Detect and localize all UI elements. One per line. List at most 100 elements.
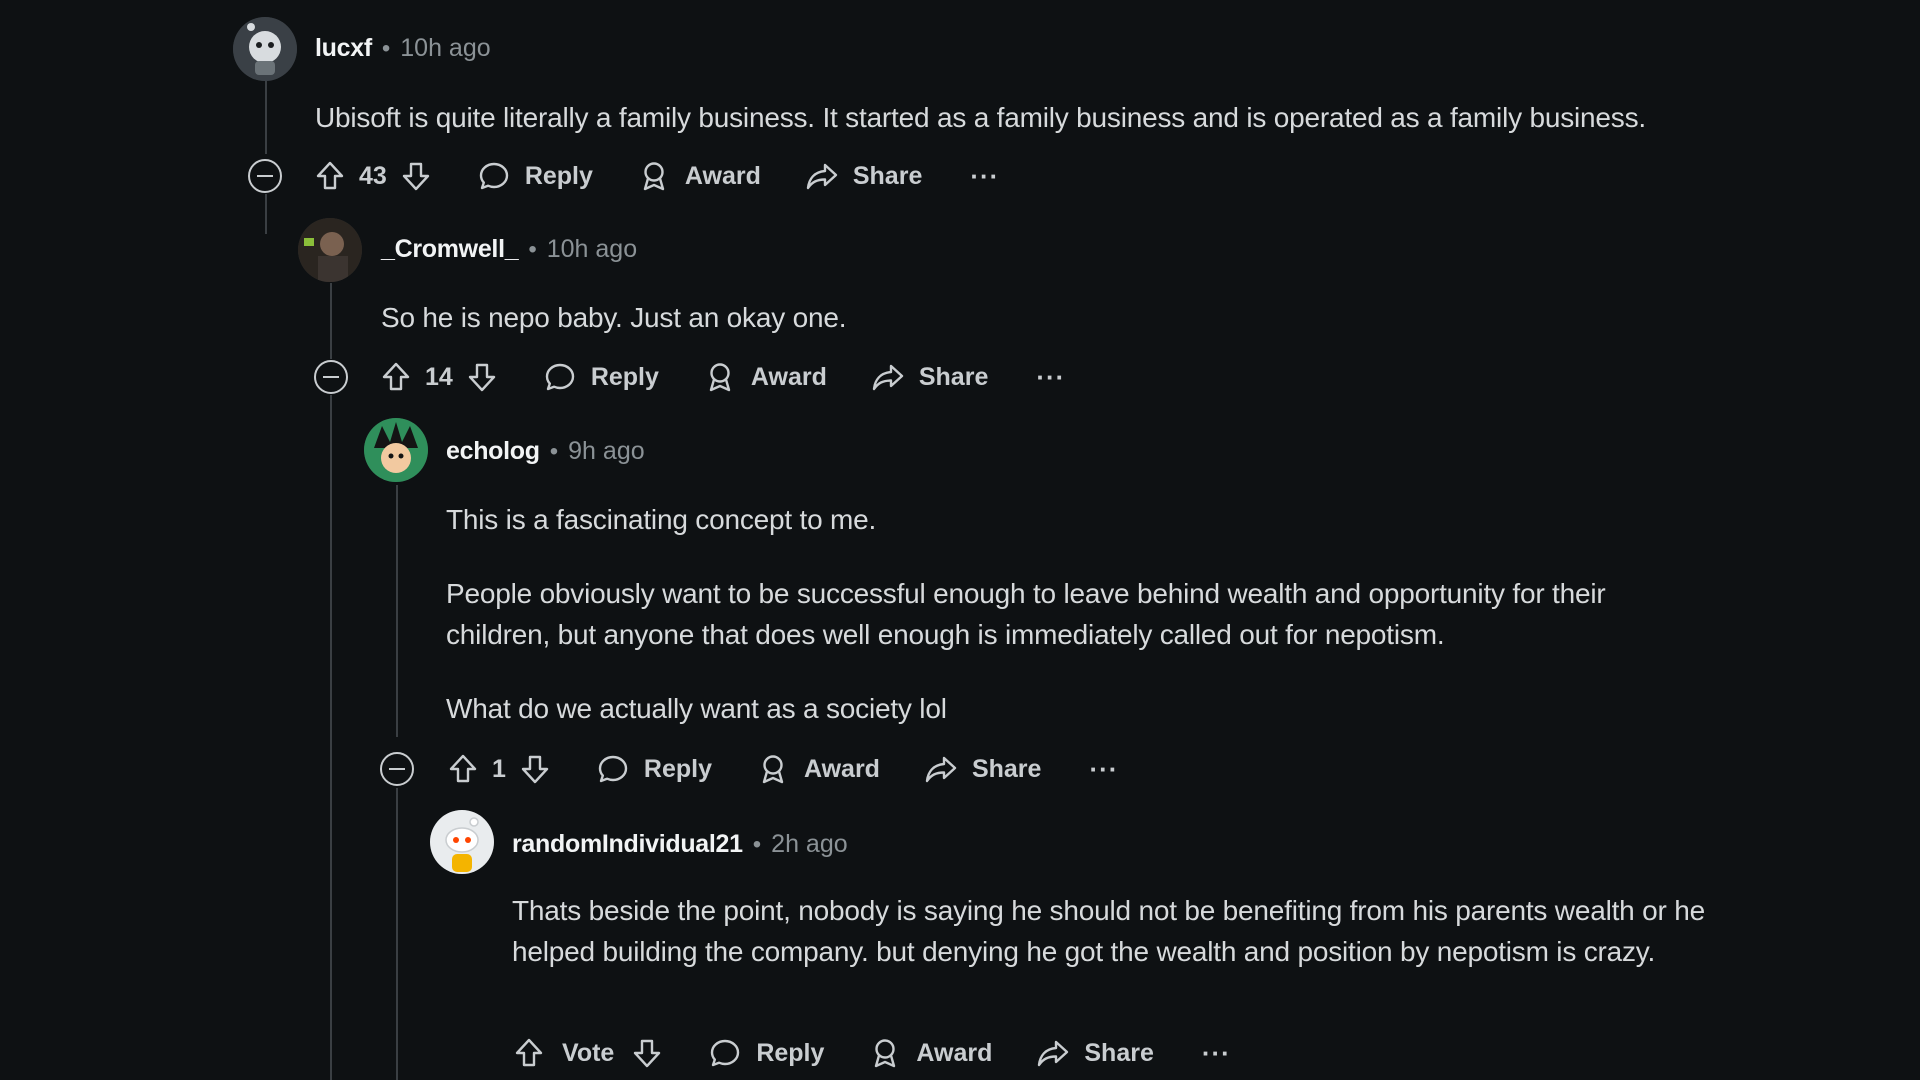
author-name[interactable]: randomIndividual21 (512, 830, 743, 859)
separator-dot: • (381, 35, 391, 62)
award-button[interactable]: Award (703, 360, 827, 394)
avatar[interactable] (298, 218, 362, 282)
comment-actions: 43 Reply Award Share ··· (313, 156, 999, 196)
downvote-icon[interactable] (465, 360, 499, 394)
more-options-button[interactable]: ··· (970, 161, 999, 192)
vote-group: 14 (379, 360, 499, 394)
comment-paragraph: Thats beside the point, nobody is saying… (512, 895, 1705, 967)
award-button[interactable]: Award (868, 1036, 992, 1070)
comment-actions: 1 Reply Award Share ··· (446, 749, 1118, 789)
thread-line (330, 283, 332, 359)
thread-line (265, 194, 267, 234)
collapse-thread-button[interactable] (380, 752, 414, 786)
vote-score: 1 (492, 754, 506, 783)
reply-label: Reply (524, 161, 593, 190)
award-icon (703, 360, 737, 394)
comment-body: Thats beside the point, nobody is saying… (512, 890, 1742, 972)
vote-score: 14 (425, 362, 453, 391)
award-label: Award (804, 754, 880, 783)
thread-line (330, 395, 332, 1080)
comment-paragraph: People obviously want to be successful e… (446, 578, 1606, 650)
minus-icon (389, 767, 405, 771)
reply-label: Reply (590, 362, 659, 391)
award-icon (756, 752, 790, 786)
upvote-icon[interactable] (313, 159, 347, 193)
share-icon (1036, 1036, 1070, 1070)
thread-line (396, 485, 398, 737)
downvote-icon[interactable] (630, 1036, 664, 1070)
timestamp[interactable]: 2h ago (771, 830, 847, 859)
author-name[interactable]: lucxf (315, 34, 372, 63)
separator-dot: • (549, 438, 559, 465)
share-icon (924, 752, 958, 786)
award-button[interactable]: Award (756, 752, 880, 786)
upvote-icon[interactable] (379, 360, 413, 394)
award-label: Award (684, 161, 761, 190)
comment-paragraph: This is a fascinating concept to me. (446, 504, 877, 535)
author-name[interactable]: echolog (446, 437, 540, 466)
minus-icon (257, 174, 273, 178)
timestamp[interactable]: 10h ago (400, 34, 490, 63)
timestamp[interactable]: 9h ago (568, 437, 644, 466)
avatar[interactable] (233, 17, 297, 81)
award-label: Award (916, 1038, 993, 1067)
upvote-icon[interactable] (446, 752, 480, 786)
reply-button[interactable]: Reply (596, 752, 712, 786)
more-options-button[interactable]: ··· (1089, 754, 1118, 785)
collapse-thread-button[interactable] (314, 360, 348, 394)
comment-body: This is a fascinating concept to me. Peo… (446, 499, 1696, 729)
share-button[interactable]: Share (924, 752, 1041, 786)
share-button[interactable]: Share (1036, 1036, 1154, 1070)
award-icon (637, 159, 671, 193)
vote-group: 1 (446, 752, 552, 786)
separator-dot: • (528, 236, 537, 263)
share-button[interactable]: Share (805, 159, 922, 193)
comment-bubble-icon (708, 1036, 742, 1070)
thread-line (396, 788, 398, 1080)
share-label: Share (918, 362, 989, 391)
comment-paragraph: Ubisoft is quite literally a family busi… (315, 102, 1646, 133)
share-label: Share (852, 161, 923, 190)
downvote-icon[interactable] (399, 159, 433, 193)
more-options-button[interactable]: ··· (1036, 362, 1065, 393)
vote-score: 43 (359, 161, 387, 190)
comment-actions: 14 Reply Award Share ··· (379, 357, 1065, 397)
comment-body: Ubisoft is quite literally a family busi… (315, 97, 1745, 138)
share-icon (805, 159, 839, 193)
award-label: Award (750, 362, 827, 391)
share-label: Share (971, 754, 1042, 783)
collapse-thread-button[interactable] (248, 159, 282, 193)
author-name[interactable]: _Cromwell_ (381, 235, 519, 264)
comment-paragraph: So he is nepo baby. Just an okay one. (381, 302, 847, 333)
vote-group: Vote (512, 1036, 664, 1070)
award-button[interactable]: Award (637, 159, 761, 193)
comment-meta: randomIndividual21 • 2h ago (512, 830, 848, 859)
share-button[interactable]: Share (871, 360, 988, 394)
avatar[interactable] (430, 810, 494, 874)
award-icon (868, 1036, 902, 1070)
timestamp[interactable]: 10h ago (547, 235, 637, 264)
comment-bubble-icon (543, 360, 577, 394)
comment-body: So he is nepo baby. Just an okay one. (381, 297, 1741, 338)
reply-button[interactable]: Reply (477, 159, 593, 193)
comment-paragraph: What do we actually want as a society lo… (446, 693, 947, 724)
separator-dot: • (752, 831, 762, 858)
share-icon (871, 360, 905, 394)
comment-actions: Vote Reply Award Share ··· (512, 1033, 1231, 1073)
share-label: Share (1084, 1038, 1154, 1067)
reply-label: Reply (756, 1038, 825, 1067)
minus-icon (323, 375, 339, 379)
comment-meta: lucxf • 10h ago (315, 34, 491, 63)
reply-button[interactable]: Reply (543, 360, 659, 394)
comment-bubble-icon (596, 752, 630, 786)
vote-label: Vote (562, 1038, 615, 1067)
comment-meta: echolog • 9h ago (446, 437, 645, 466)
more-options-button[interactable]: ··· (1202, 1038, 1231, 1069)
comment-bubble-icon (477, 159, 511, 193)
reply-label: Reply (643, 754, 712, 783)
comment-meta: _Cromwell_ • 10h ago (381, 235, 637, 264)
avatar[interactable] (364, 418, 428, 482)
reply-button[interactable]: Reply (708, 1036, 824, 1070)
downvote-icon[interactable] (518, 752, 552, 786)
upvote-icon[interactable] (512, 1036, 546, 1070)
